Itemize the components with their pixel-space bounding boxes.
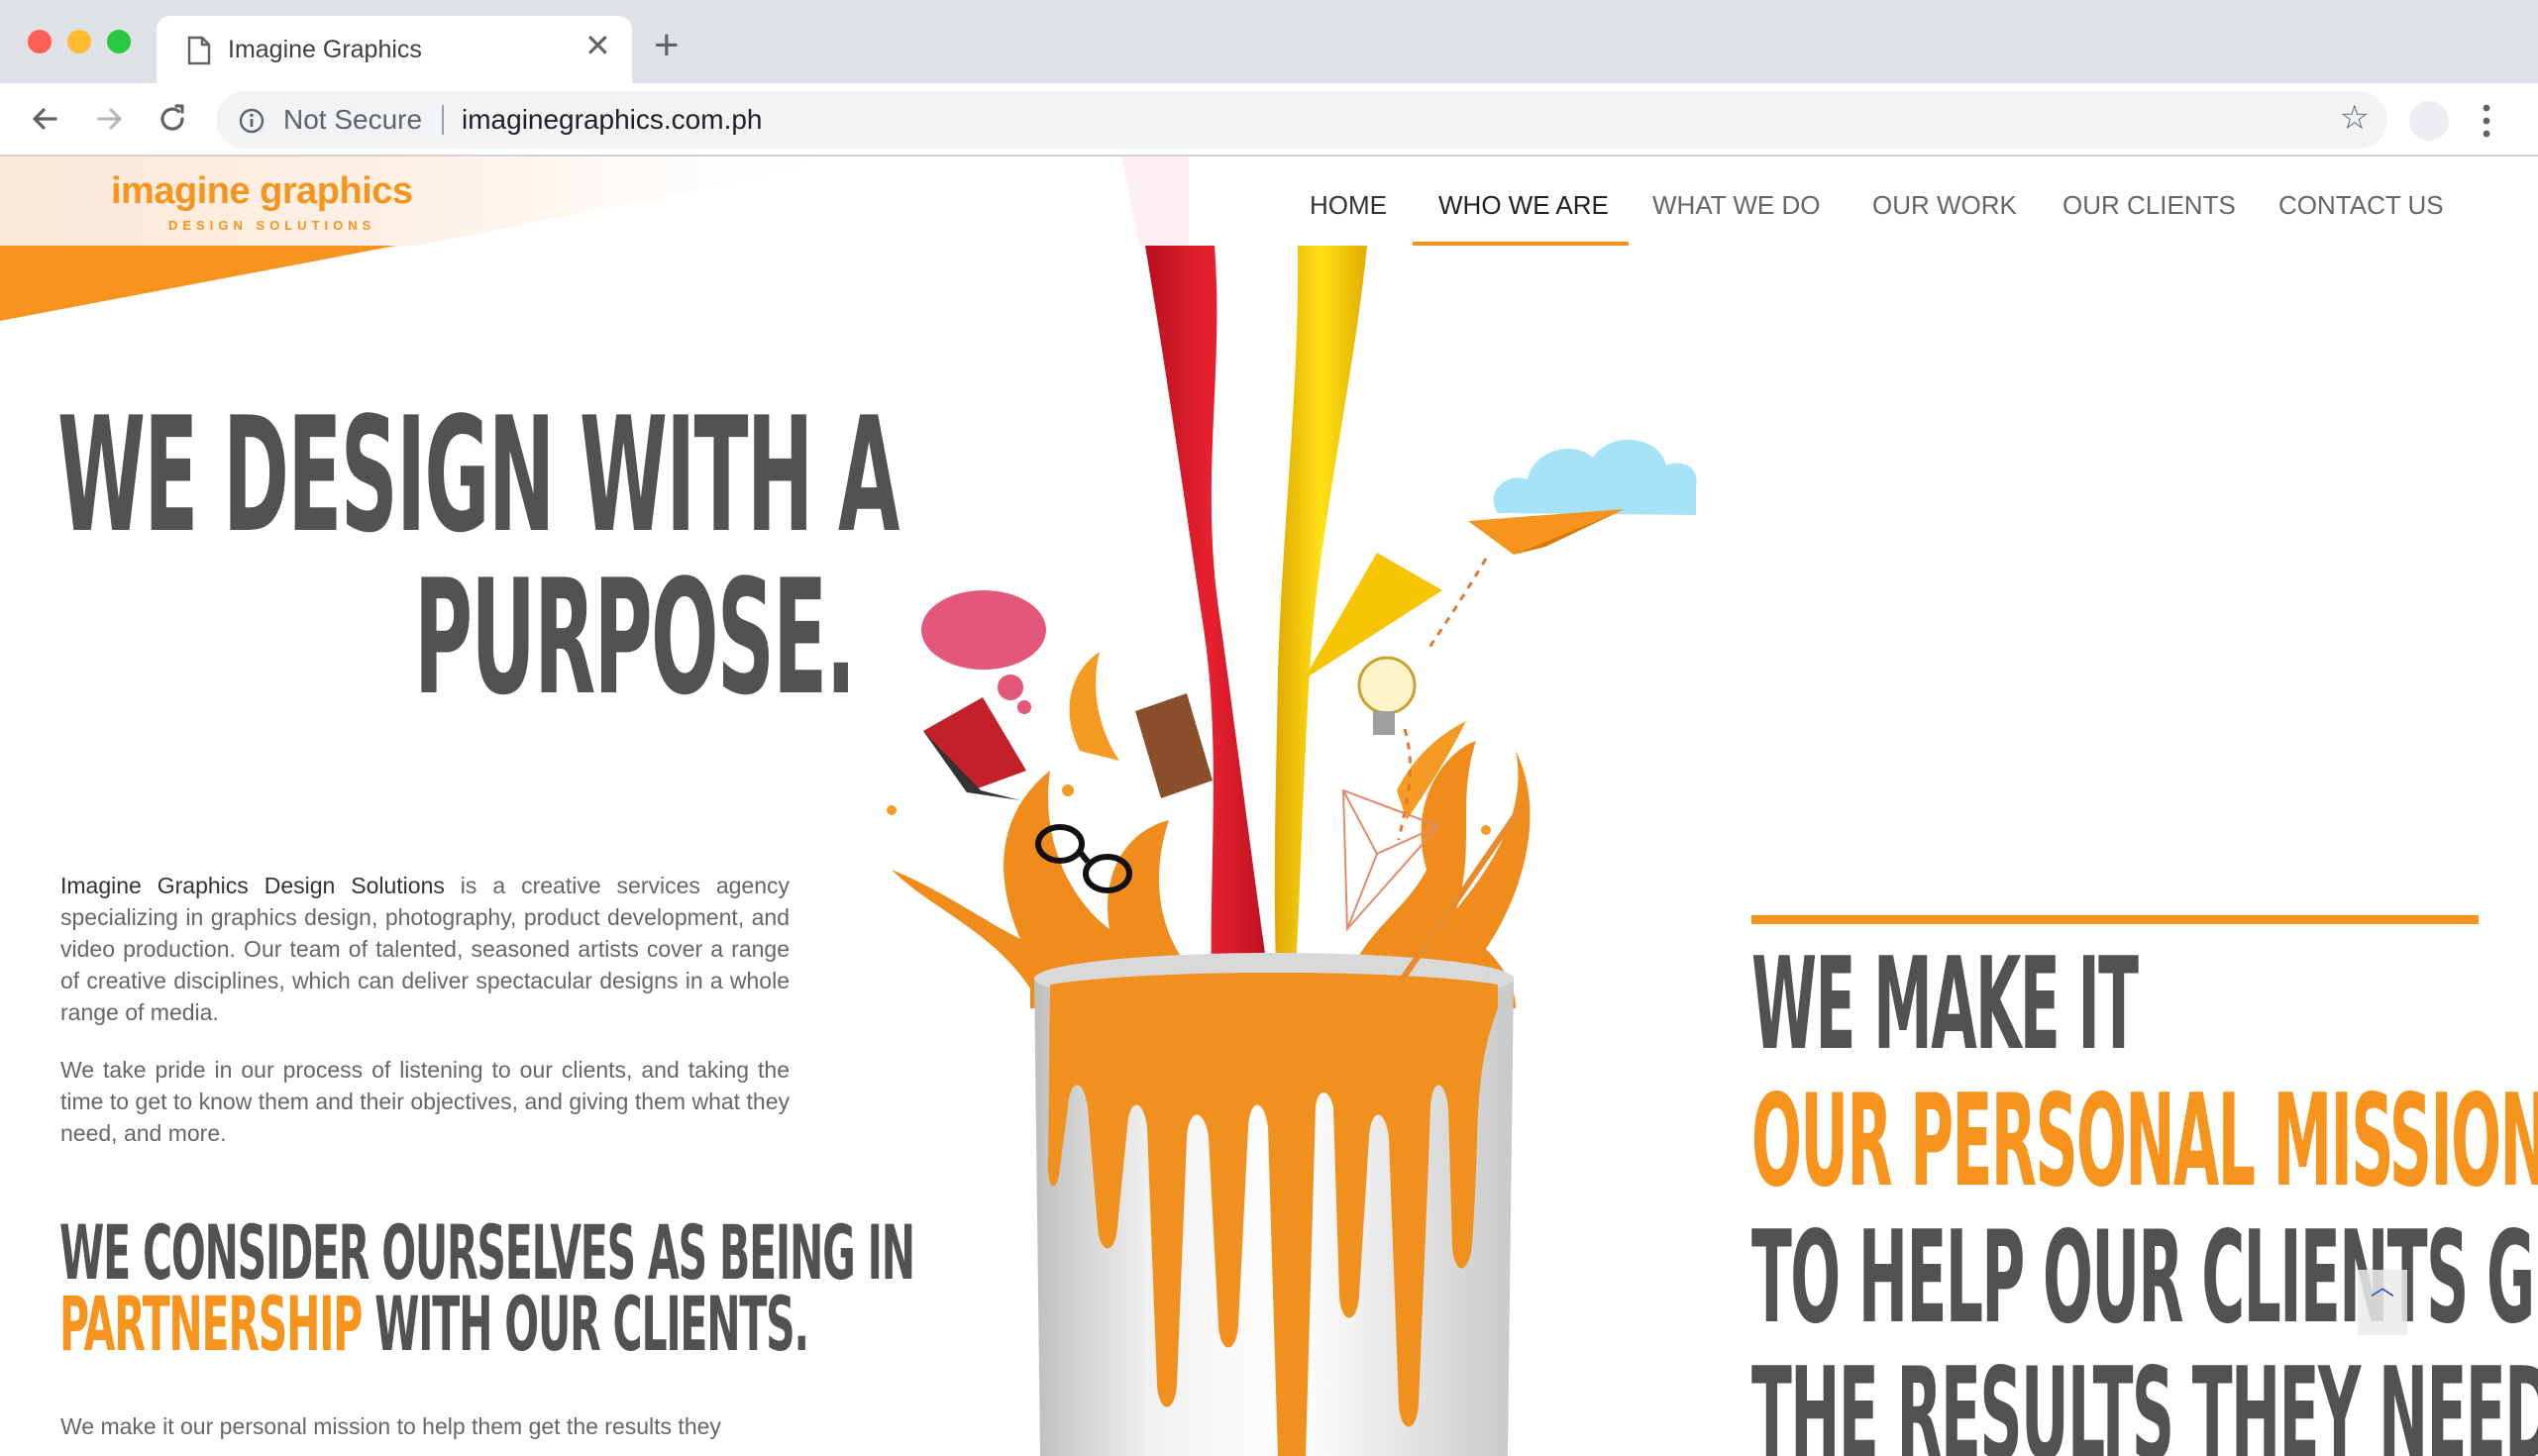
mission-line4: THE RESULTS THEY NEED [1751, 1341, 2538, 1456]
browser-toolbar: Not Secure imaginegraphics.com.ph ☆ [0, 83, 2538, 156]
partnership-heading-line2: PARTNERSHIP WITH OUR CLIENTS. [59, 1280, 809, 1368]
speech-bubble-dot [1017, 700, 1031, 714]
nav-who-we-are[interactable]: WHO WE ARE [1438, 190, 1609, 221]
page-icon [187, 36, 211, 65]
flight-path [1425, 558, 1488, 653]
maximize-window-button[interactable] [107, 30, 131, 53]
process-paragraph: We take pride in our process of listenin… [60, 1057, 790, 1146]
new-tab-icon[interactable]: + [654, 24, 680, 67]
nav-home[interactable]: HOME [1310, 190, 1387, 221]
browser-tab[interactable]: Imagine Graphics ✕ [157, 16, 632, 83]
hero-heading-line2: PURPOSE. [414, 545, 856, 730]
paint-stream-top [1121, 156, 1189, 246]
address-bar[interactable]: Not Secure imaginegraphics.com.ph ☆ [216, 91, 2387, 149]
red-paint-stream [1145, 246, 1273, 1008]
tab-title: Imagine Graphics [228, 36, 422, 63]
site-logo-tagline: DESIGN SOLUTIONS [168, 218, 376, 233]
mission-line1: WE MAKE IT [1751, 931, 2139, 1079]
nav-our-work[interactable]: OUR WORK [1872, 190, 2017, 221]
bookmark-star-icon[interactable]: ☆ [2340, 101, 2370, 135]
book-icon [923, 697, 1026, 792]
nav-what-we-do[interactable]: WHAT WE DO [1652, 190, 1820, 221]
site-logo[interactable]: imagine graphics [111, 170, 413, 213]
company-name: Imagine Graphics Design Solutions [60, 873, 445, 898]
nav-our-clients[interactable]: OUR CLIENTS [2062, 190, 2236, 221]
light-bulb-base [1373, 711, 1395, 735]
splash-droplet [1069, 652, 1119, 761]
page-viewport: imagine graphics DESIGN SOLUTIONS HOME W… [0, 156, 2538, 1456]
profile-avatar[interactable] [2409, 101, 2449, 141]
browser-menu-icon[interactable] [2483, 103, 2490, 139]
security-label: Not Secure [283, 104, 423, 135]
speech-bubble-icon [921, 590, 1046, 670]
partnership-highlight: PARTNERSHIP [59, 1280, 363, 1368]
url-text[interactable]: imaginegraphics.com.ph [462, 104, 763, 136]
cloud-icon [1493, 439, 1697, 515]
partnership-rest: WITH OUR CLIENTS. [362, 1280, 809, 1368]
reload-icon[interactable] [153, 99, 192, 139]
notebook-icon [1135, 693, 1213, 798]
minimize-window-button[interactable] [67, 30, 91, 53]
omnibox-divider [442, 105, 444, 135]
forward-arrow-icon[interactable] [89, 99, 129, 139]
paper-plane-icon [1468, 509, 1625, 555]
browser-tab-strip: Imagine Graphics ✕ + [0, 0, 2538, 83]
splash-droplet [1062, 784, 1074, 796]
orange-slash-shape [0, 246, 396, 321]
intro-paragraph: Imagine Graphics Design Solutions is a c… [60, 870, 790, 1028]
close-tab-icon[interactable]: ✕ [584, 30, 611, 61]
mission-line2: OUR PERSONAL MISSION [1751, 1068, 2538, 1215]
nav-contact-us[interactable]: CONTACT US [2278, 190, 2444, 221]
splash-droplet [887, 805, 897, 815]
mission-line3: TO HELP OUR CLIENTS GET [1751, 1204, 2538, 1352]
speech-bubble-dot [998, 675, 1023, 700]
mission-rule [1751, 915, 2479, 924]
scroll-to-top-button[interactable]: ︿ [2358, 1270, 2407, 1335]
splash-droplet [1481, 825, 1491, 835]
active-nav-underline [1413, 242, 1629, 246]
hero-heading-line1: WE DESIGN WITH A [57, 382, 899, 568]
close-window-button[interactable] [28, 30, 52, 53]
light-bulb-icon [1357, 656, 1417, 715]
info-icon[interactable] [238, 107, 265, 135]
chevron-up-icon: ︿ [2371, 1274, 2394, 1300]
back-arrow-icon[interactable] [26, 99, 65, 139]
mission-paragraph: We make it our personal mission to help … [60, 1413, 721, 1439]
